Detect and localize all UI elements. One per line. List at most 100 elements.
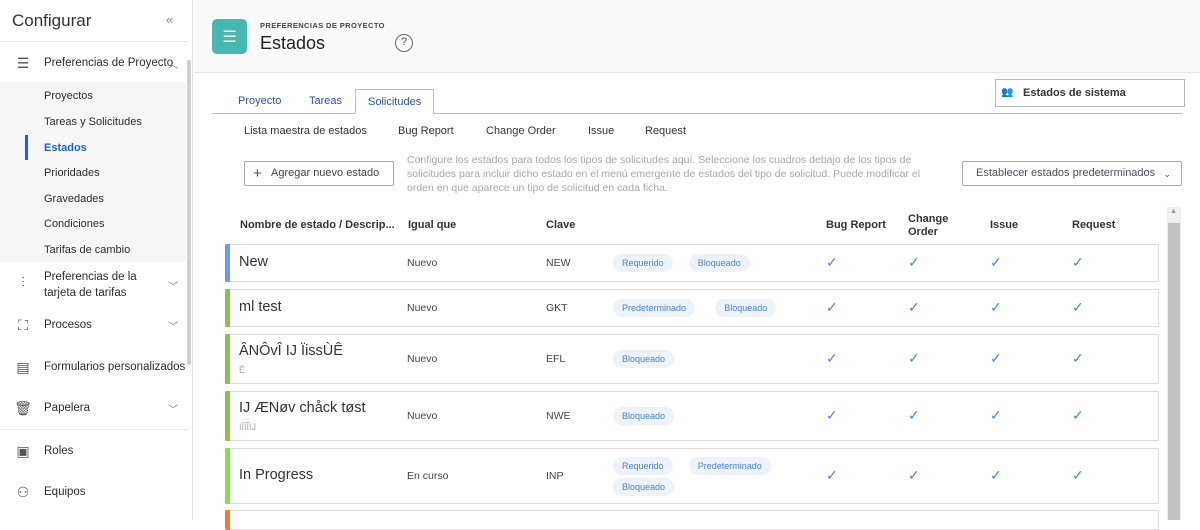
status-name: ÂNÔvÎ IJ ÏissÙÊ	[239, 343, 343, 359]
checkbox-checked-icon[interactable]: ✓	[826, 407, 838, 424]
tag-predeterminado: Predeterminado	[688, 457, 771, 475]
sidebar-item-roles[interactable]: ▣ Roles	[0, 443, 186, 459]
table-row[interactable]: ÂNÔvÎ IJ ÏissÙÊ Ê Nuevo EFL Bloqueado ✓ ✓ ✓ ✓	[225, 334, 1159, 384]
system-states-label: Estados de sistema	[1023, 87, 1126, 99]
description-text: Configure los estados para todos los tip…	[407, 154, 921, 194]
page-header: ☰ PREFERENCIAS DE PROYECTO Estados ?	[194, 0, 1200, 73]
process-icon: ⛶	[18, 316, 28, 333]
table-row[interactable]: IJ ÆNøv chåck tøst ІÎÏĨІJ Nuevo NWE Bloquead…	[225, 391, 1159, 441]
checkbox-checked-icon[interactable]: ✓	[826, 467, 838, 484]
sidebar-item-gravedades[interactable]: Gravedades	[44, 193, 104, 205]
help-icon[interactable]: ?	[395, 34, 413, 52]
equalizer-icon: ⫶	[21, 274, 25, 290]
column-header-key[interactable]: Clave	[546, 219, 575, 232]
scrollbar-thumb[interactable]	[1168, 223, 1180, 520]
checkbox-checked-icon[interactable]: ✓	[826, 254, 838, 271]
chevron-up-icon: ︿	[168, 59, 178, 71]
chevron-down-icon: ⌄	[1163, 169, 1171, 179]
checkbox-checked-icon[interactable]: ✓	[990, 467, 1002, 484]
status-name: New	[239, 254, 269, 270]
sidebar-item-tarjeta-tarifas[interactable]: ⫶ Preferencias de la tarjeta de tarifas …	[0, 269, 186, 301]
checkbox-checked-icon[interactable]: ✓	[908, 254, 920, 271]
tag-bloqueado: Bloqueado	[688, 254, 750, 272]
chevron-down-icon: ﹀	[168, 282, 178, 293]
checkbox-checked-icon[interactable]: ✓	[1072, 350, 1084, 367]
checkbox-checked-icon[interactable]: ✓	[990, 254, 1002, 271]
add-status-label: Agregar nuevo estado	[271, 167, 380, 179]
column-header-equal[interactable]: Igual que	[408, 219, 456, 232]
subtab-change-order[interactable]: Change Order	[486, 125, 556, 137]
subtab-issue[interactable]: Issue	[588, 125, 614, 137]
column-header-change-order[interactable]: Change Order	[908, 213, 953, 239]
sidebar-item-estados[interactable]: Estados	[44, 142, 87, 154]
equal-to: Nuevo	[407, 302, 438, 314]
add-status-button[interactable]: + Agregar nuevo estado	[244, 161, 394, 186]
sidebar-item-proyectos[interactable]: Proyectos	[44, 90, 93, 102]
status-key: NWE	[546, 410, 571, 422]
sidebar-item-tarifas-cambio[interactable]: Tarifas de cambio	[44, 244, 130, 256]
checkbox-checked-icon[interactable]: ✓	[1072, 299, 1084, 316]
tab-proyecto[interactable]: Proyecto	[226, 89, 293, 114]
sidebar-item-prioridades[interactable]: Prioridades	[44, 167, 100, 179]
table-scrollbar[interactable]: ▲	[1167, 207, 1181, 520]
checkbox-checked-icon[interactable]: ✓	[826, 350, 838, 367]
subtab-bug-report[interactable]: Bug Report	[398, 125, 454, 137]
checkbox-checked-icon[interactable]: ✓	[990, 350, 1002, 367]
sidebar-item-equipos[interactable]: ⚇ Equipos	[0, 484, 186, 500]
table-row[interactable]: ml test Nuevo GKT Predeterminado Bloqueado ✓ ✓…	[225, 289, 1159, 327]
equal-to: Nuevo	[407, 257, 438, 269]
checkbox-checked-icon[interactable]: ✓	[908, 407, 920, 424]
table-row[interactable]: New Nuevo NEW Requerido Bloqueado ✓ ✓ ✓ ✓	[225, 244, 1159, 282]
column-header-bug-report[interactable]: Bug Report	[826, 219, 886, 232]
status-color-bar	[225, 289, 230, 327]
sidebar-item-label: Formularios personalizados	[44, 361, 186, 373]
page-title: Estados	[260, 33, 326, 53]
sidebar-item-tareas-solicitudes[interactable]: Tareas y Solicitudes	[44, 116, 142, 128]
collapse-sidebar-icon[interactable]: «	[166, 12, 173, 27]
set-default-states-label: Establecer estados predeterminados	[976, 167, 1156, 179]
table-row[interactable]	[225, 510, 1159, 530]
tag-bloqueado: Bloqueado	[613, 350, 675, 368]
sidebar-item-papelera[interactable]: 🗑 Papelera ﹀	[0, 400, 186, 416]
scroll-up-icon[interactable]: ▲	[1170, 208, 1177, 215]
sidebar-item-preferencias-proyecto[interactable]: ☰ Preferencias de Proyecto ︿	[0, 54, 186, 72]
checkbox-checked-icon[interactable]: ✓	[826, 299, 838, 316]
checkbox-checked-icon[interactable]: ✓	[1072, 254, 1084, 271]
checkbox-checked-icon[interactable]: ✓	[908, 299, 920, 316]
set-default-states-dropdown[interactable]: Establecer estados predeterminados ⌄	[962, 161, 1182, 186]
sliders-icon: ☰	[16, 54, 30, 71]
subtab-request[interactable]: Request	[645, 125, 686, 137]
system-states-select[interactable]: 👥 Estados de sistema	[995, 79, 1185, 107]
table-row[interactable]: In Progress En curso INP Requerido Predeterm…	[225, 448, 1159, 504]
tab-tareas[interactable]: Tareas	[297, 89, 354, 114]
sidebar-scrollbar[interactable]	[187, 60, 191, 365]
sidebar-item-condiciones[interactable]: Condiciones	[44, 218, 105, 230]
sidebar-item-label: Roles	[44, 445, 74, 457]
checkbox-checked-icon[interactable]: ✓	[1072, 407, 1084, 424]
chevron-down-icon: ﹀	[168, 404, 178, 416]
tag-predeterminado: Predeterminado	[613, 299, 696, 317]
sidebar-item-formularios[interactable]: ▤ Formularios personalizados	[0, 359, 186, 375]
checkbox-checked-icon[interactable]: ✓	[1072, 467, 1084, 484]
checkbox-checked-icon[interactable]: ✓	[990, 299, 1002, 316]
column-header-request[interactable]: Request	[1072, 219, 1115, 232]
sidebar-item-label: Preferencias de la tarjeta de tarifas	[44, 271, 137, 299]
tab-solicitudes[interactable]: Solicitudes	[355, 89, 435, 114]
subtab-lista-maestra[interactable]: Lista maestra de estados	[244, 125, 367, 137]
sidebar-item-label: Equipos	[44, 486, 86, 498]
users-icon: 👥	[1001, 87, 1014, 98]
column-header-name[interactable]: Nombre de estado / Descrip...	[240, 219, 395, 232]
status-name: IJ ÆNøv chåck tøst	[239, 400, 366, 416]
status-color-bar	[225, 510, 230, 530]
sidebar-item-procesos[interactable]: ⛶ Procesos ﹀	[0, 317, 186, 333]
checkbox-checked-icon[interactable]: ✓	[908, 350, 920, 367]
column-header-issue[interactable]: Issue	[990, 219, 1018, 232]
sidebar-item-label: Papelera	[44, 402, 91, 414]
equal-to: Nuevo	[407, 410, 438, 422]
divider	[0, 429, 188, 430]
equal-to: En curso	[407, 470, 449, 482]
sidebar-item-label: Procesos	[44, 319, 92, 331]
checkbox-checked-icon[interactable]: ✓	[908, 467, 920, 484]
checkbox-checked-icon[interactable]: ✓	[990, 407, 1002, 424]
page-supertitle: PREFERENCIAS DE PROYECTO	[260, 21, 385, 30]
